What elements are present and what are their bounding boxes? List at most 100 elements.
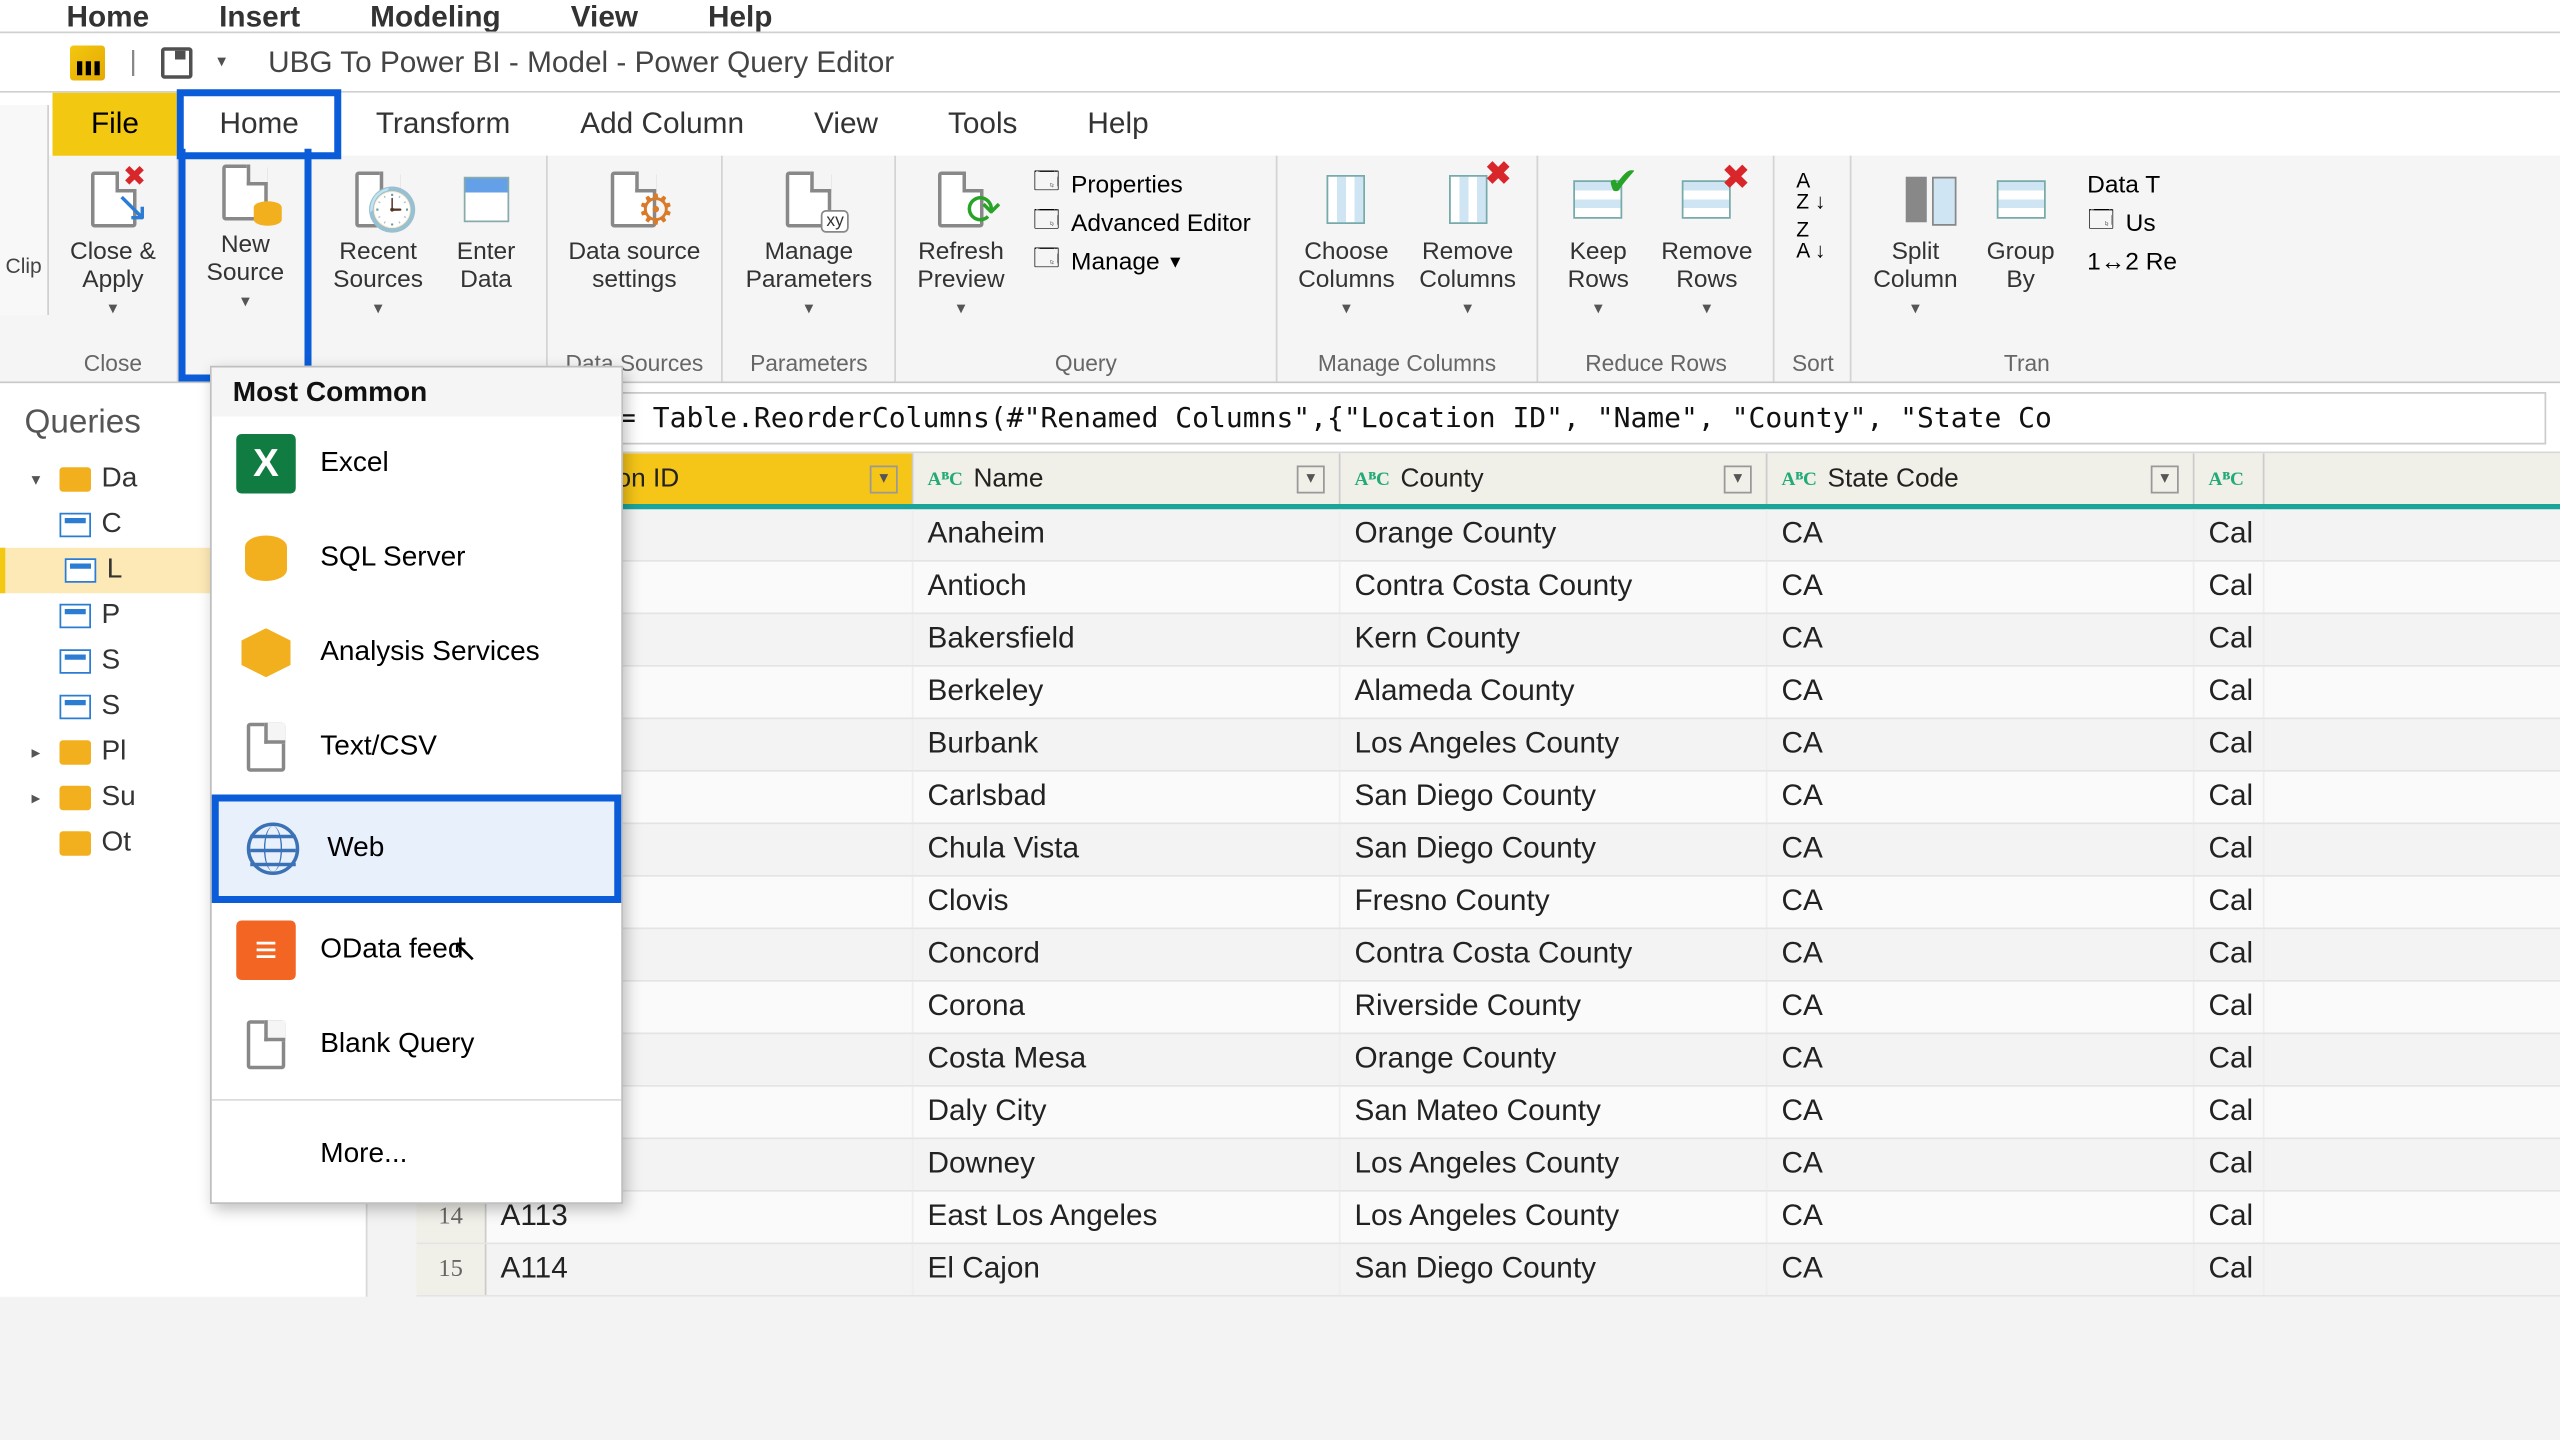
outer-tab-insert[interactable]: Insert bbox=[219, 0, 300, 32]
advanced-editor-button[interactable]: 🗔Advanced Editor bbox=[1026, 205, 1258, 240]
cell-state-code: CA bbox=[1768, 509, 2195, 560]
table-row[interactable]: 7 A106 Chula Vista San Diego County CA C… bbox=[417, 824, 2560, 877]
keep-rows-label: Keep Rows bbox=[1568, 236, 1629, 292]
table-row[interactable]: 11 A110 Costa Mesa Orange County CA Cal bbox=[417, 1034, 2560, 1087]
outer-tab-home[interactable]: Home bbox=[67, 0, 150, 32]
remove-rows-button[interactable]: ✖ Remove Rows▾ bbox=[1651, 163, 1763, 347]
table-row[interactable]: 5 A104 Burbank Los Angeles County CA Cal bbox=[417, 719, 2560, 772]
cell-next: Cal bbox=[2195, 667, 2265, 718]
table-row[interactable]: 1 A100 Anaheim Orange County CA Cal bbox=[417, 509, 2560, 562]
parameters-icon: xy bbox=[779, 170, 839, 230]
refresh-preview-label: Refresh Preview bbox=[917, 236, 1004, 292]
table-row[interactable]: 9 A108 Concord Contra Costa County CA Ca… bbox=[417, 929, 2560, 982]
cell-name: Corona bbox=[914, 982, 1341, 1033]
cell-name: Anaheim bbox=[914, 509, 1341, 560]
folder-icon bbox=[60, 467, 92, 492]
col-next[interactable]: AᴮC bbox=[2195, 453, 2265, 504]
group-by-button[interactable]: Group By bbox=[1972, 163, 2070, 347]
tab-help[interactable]: Help bbox=[1052, 96, 1183, 152]
data-source-settings-button[interactable]: ⚙ Data source settings bbox=[558, 163, 711, 347]
group-query-label: Query bbox=[907, 347, 1265, 379]
cell-name: Concord bbox=[914, 929, 1341, 980]
table-icon bbox=[60, 695, 92, 720]
keep-rows-button[interactable]: ✔ Keep Rows▾ bbox=[1549, 163, 1647, 347]
table-row[interactable]: 6 A105 Carlsbad San Diego County CA Cal bbox=[417, 772, 2560, 825]
remove-columns-label: Remove Columns bbox=[1419, 236, 1516, 292]
tab-transform[interactable]: Transform bbox=[341, 96, 545, 152]
menu-web[interactable]: Web bbox=[212, 795, 622, 904]
close-apply-label: Close & Apply bbox=[70, 236, 156, 292]
table-row[interactable]: 10 A109 Corona Riverside County CA Cal bbox=[417, 982, 2560, 1035]
table-row[interactable]: 15 A114 El Cajon San Diego County CA Cal bbox=[417, 1244, 2560, 1297]
refresh-preview-button[interactable]: ⟳ Refresh Preview▾ bbox=[907, 163, 1015, 347]
formula-input[interactable] bbox=[600, 391, 2546, 444]
filter-dropdown-icon[interactable]: ▾ bbox=[870, 465, 898, 493]
tab-tools[interactable]: Tools bbox=[913, 96, 1052, 152]
remove-columns-button[interactable]: ✖ Remove Columns▾ bbox=[1409, 163, 1527, 347]
table-row[interactable]: 4 A103 Berkeley Alameda County CA Cal bbox=[417, 667, 2560, 720]
tab-view[interactable]: View bbox=[779, 96, 913, 152]
data-type-button[interactable]: Data T bbox=[2080, 166, 2184, 201]
filter-dropdown-icon[interactable]: ▾ bbox=[1724, 465, 1752, 493]
menu-more[interactable]: More... bbox=[212, 1108, 622, 1203]
choose-columns-button[interactable]: Choose Columns▾ bbox=[1288, 163, 1406, 347]
tab-home[interactable]: Home bbox=[177, 89, 340, 159]
cell-name: Antioch bbox=[914, 562, 1341, 613]
keep-rows-icon: ✔ bbox=[1568, 170, 1628, 230]
properties-icon: 🗔 bbox=[1033, 170, 1061, 198]
excel-icon: X bbox=[236, 434, 296, 494]
menu-analysis-services[interactable]: Analysis Services bbox=[212, 606, 622, 701]
menu-odata[interactable]: ≡OData feed bbox=[212, 903, 622, 998]
outer-tab-help[interactable]: Help bbox=[708, 0, 772, 32]
table-row[interactable]: 3 A102 Bakersfield Kern County CA Cal bbox=[417, 614, 2560, 667]
table-row[interactable]: 8 A107 Clovis Fresno County CA Cal bbox=[417, 877, 2560, 930]
split-column-label: Split Column bbox=[1873, 236, 1957, 292]
replace-values-button[interactable]: 1↔2 Re bbox=[2080, 243, 2184, 278]
cell-county: Kern County bbox=[1341, 614, 1768, 665]
qat-dropdown-icon[interactable]: ▾ bbox=[217, 53, 226, 72]
blank-query-icon bbox=[236, 1015, 296, 1075]
cell-name: Daly City bbox=[914, 1087, 1341, 1138]
enter-data-label: Enter Data bbox=[457, 236, 516, 292]
outer-tab-modeling[interactable]: Modeling bbox=[370, 0, 501, 32]
table-row[interactable]: 12 A111 Daly City San Mateo County CA Ca… bbox=[417, 1087, 2560, 1140]
new-source-icon bbox=[216, 163, 276, 223]
filter-dropdown-icon[interactable]: ▾ bbox=[1297, 465, 1325, 493]
cell-county: Contra Costa County bbox=[1341, 929, 1768, 980]
table-row[interactable]: 2 A101 Antioch Contra Costa County CA Ca… bbox=[417, 562, 2560, 615]
group-by-label: Group By bbox=[1987, 236, 2055, 292]
filter-dropdown-icon[interactable]: ▾ bbox=[2151, 465, 2179, 493]
cell-name: Chula Vista bbox=[914, 824, 1341, 875]
sort-asc-button[interactable]: AZ ↓ bbox=[1796, 170, 1829, 212]
manage-parameters-button[interactable]: xy Manage Parameters▾ bbox=[734, 163, 885, 347]
group-manage-columns-label: Manage Columns bbox=[1288, 347, 1527, 379]
table-row[interactable]: 14 A113 East Los Angeles Los Angeles Cou… bbox=[417, 1192, 2560, 1245]
close-apply-button[interactable]: ✖↘ Close & Apply▾ bbox=[60, 163, 167, 347]
recent-sources-button[interactable]: 🕒 Recent Sources▾ bbox=[323, 163, 434, 347]
col-state-code[interactable]: AᴮCState Code▾ bbox=[1768, 453, 2195, 504]
manage-button[interactable]: 🗔Manage ▾ bbox=[1026, 243, 1258, 278]
new-source-button[interactable]: New Source▾ bbox=[196, 156, 295, 371]
sort-desc-button[interactable]: ZA ↓ bbox=[1796, 219, 1829, 261]
manage-parameters-label: Manage Parameters bbox=[746, 236, 873, 292]
save-icon[interactable] bbox=[161, 46, 193, 78]
menu-blank-query[interactable]: Blank Query bbox=[212, 998, 622, 1093]
table-row[interactable]: 13 A112 Downey Los Angeles County CA Cal bbox=[417, 1139, 2560, 1192]
menu-excel[interactable]: XExcel bbox=[212, 417, 622, 512]
row-number: 15 bbox=[417, 1244, 487, 1295]
col-name[interactable]: AᴮCName▾ bbox=[914, 453, 1341, 504]
enter-data-button[interactable]: Enter Data bbox=[437, 163, 535, 347]
close-apply-icon: ✖↘ bbox=[83, 170, 143, 230]
use-first-row-button[interactable]: 🗔Us bbox=[2080, 205, 2184, 240]
menu-text-csv[interactable]: Text/CSV bbox=[212, 700, 622, 795]
menu-sql-server[interactable]: SQL Server bbox=[212, 511, 622, 606]
cell-state-code: CA bbox=[1768, 1244, 2195, 1295]
properties-button[interactable]: 🗔Properties bbox=[1026, 166, 1258, 201]
tab-add-column[interactable]: Add Column bbox=[545, 96, 779, 152]
grid-header: ▦▾ AᴮCLocation ID▾ AᴮCName▾ AᴮCCounty▾ A… bbox=[417, 453, 2560, 509]
cell-county: Orange County bbox=[1341, 1034, 1768, 1085]
split-column-button[interactable]: Split Column▾ bbox=[1863, 163, 1968, 347]
outer-tab-view[interactable]: View bbox=[571, 0, 638, 32]
col-county[interactable]: AᴮCCounty▾ bbox=[1341, 453, 1768, 504]
tab-file[interactable]: File bbox=[53, 93, 178, 156]
